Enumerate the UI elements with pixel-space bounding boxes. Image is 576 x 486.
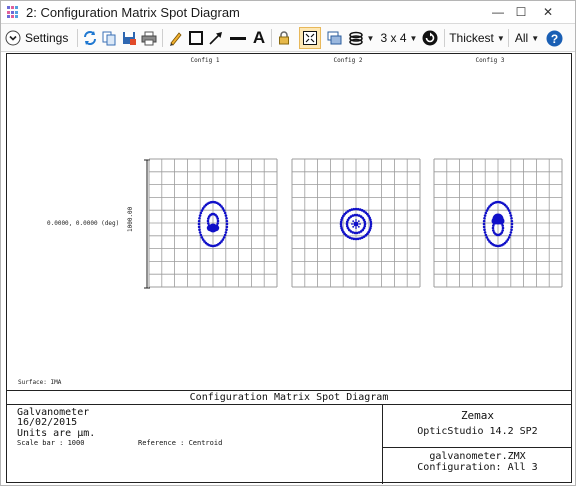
windows-icon (327, 31, 342, 45)
rectangle-tool-button[interactable] (187, 27, 205, 49)
help-button[interactable]: ? (544, 27, 564, 49)
lens-date: 16/02/2015 (17, 417, 78, 428)
pencil-tool-button[interactable] (167, 27, 185, 49)
show-label: All (514, 31, 529, 45)
pencil-icon (170, 32, 182, 46)
layout-dropdown[interactable]: 3 x 4 ▼ (379, 27, 419, 49)
help-icon: ? (546, 30, 562, 46)
info-box-title: Configuration Matrix Spot Diagram (6, 391, 572, 405)
caret-down-icon: ▼ (366, 33, 375, 43)
info-box-lens-details: Galvanometer 16/02/2015 Units are µm. Sc… (6, 405, 383, 484)
layers-dropdown[interactable]: ▼ (347, 27, 375, 49)
layers-icon (348, 31, 363, 46)
config-title-2: Config 2 (333, 57, 363, 64)
caret-down-icon: ▼ (409, 33, 418, 43)
info-box-company: Zemax OpticStudio 14.2 SP2 (383, 405, 572, 448)
config-title-3: Config 3 (475, 57, 505, 64)
title-bar: 2: Configuration Matrix Spot Diagram — ☐… (1, 1, 575, 24)
show-dropdown[interactable]: All ▼ (512, 27, 542, 49)
printer-icon (141, 31, 157, 46)
save-button[interactable] (120, 27, 138, 49)
close-button[interactable]: ✕ (537, 1, 559, 23)
refresh-icon (84, 31, 96, 45)
surface-label: Surface: IMA (18, 379, 62, 386)
reference-text: Reference : Centroid (138, 439, 223, 447)
layout-label: 3 x 4 (380, 31, 407, 45)
info-box: Configuration Matrix Spot Diagram Galvan… (6, 390, 572, 484)
scale-bar-label: 1000.00 (127, 206, 134, 232)
minimize-button[interactable]: — (487, 1, 509, 23)
line-thickness-label: Thickest (449, 31, 494, 45)
lock-icon (279, 31, 289, 45)
product-version: OpticStudio 14.2 SP2 (417, 426, 538, 437)
spot-diagram-plot: Config 1 Config 2 Config 3 0.0000, 0.000… (6, 53, 572, 484)
info-box-file: galvanometer.ZMX Configuration: All 3 (383, 448, 572, 484)
copy-icon (102, 31, 116, 46)
maximize-button[interactable]: ☐ (510, 1, 532, 23)
svg-text:?: ? (550, 32, 557, 46)
file-name: galvanometer.ZMX (429, 451, 526, 462)
spot-panel-config-1 (148, 158, 278, 288)
spot-diagram-window: 2: Configuration Matrix Spot Diagram — ☐… (0, 0, 576, 486)
caret-down-icon: ▼ (496, 33, 505, 43)
zoom-fit-button[interactable] (299, 27, 321, 49)
line-tool-button[interactable] (228, 27, 248, 49)
configuration-text: Configuration: All 3 (417, 462, 538, 473)
settings-label: Settings (25, 31, 69, 45)
units-text: Units are µm. (17, 428, 96, 439)
auto-update-icon (422, 30, 438, 46)
save-icon (123, 32, 136, 45)
line-thickness-dropdown[interactable]: Thickest ▼ (448, 27, 506, 49)
window-title: 2: Configuration Matrix Spot Diagram (26, 5, 240, 20)
spot-panel-config-2 (291, 158, 421, 288)
copy-button[interactable] (100, 27, 118, 49)
refresh-button[interactable] (81, 27, 99, 49)
zoom-fit-icon (303, 31, 317, 45)
text-tool-button[interactable]: A (250, 27, 268, 49)
toolbar: Settings A ▼ 3 x 4 ▼ Thickest ▼ All ▼ ? (1, 24, 575, 52)
lock-button[interactable] (275, 27, 293, 49)
line-icon (230, 37, 246, 40)
app-grid-icon (7, 6, 20, 19)
scale-bar-text: Scale bar : 1000 (17, 439, 85, 447)
window-layout-button[interactable] (324, 27, 344, 49)
config-title-1: Config 1 (190, 57, 220, 64)
settings-button[interactable]: Settings (5, 27, 75, 49)
chevron-down-circle-icon (5, 30, 21, 46)
rectangle-icon (189, 31, 203, 45)
arrow-tool-button[interactable] (207, 27, 225, 49)
auto-update-button[interactable] (420, 27, 440, 49)
print-button[interactable] (140, 27, 158, 49)
arrow-icon (209, 32, 222, 45)
caret-down-icon: ▼ (531, 33, 540, 43)
company-name: Zemax (460, 409, 495, 422)
spot-panel-config-3 (433, 158, 563, 288)
field-label: 0.0000, 0.0000 (deg) (47, 220, 120, 227)
